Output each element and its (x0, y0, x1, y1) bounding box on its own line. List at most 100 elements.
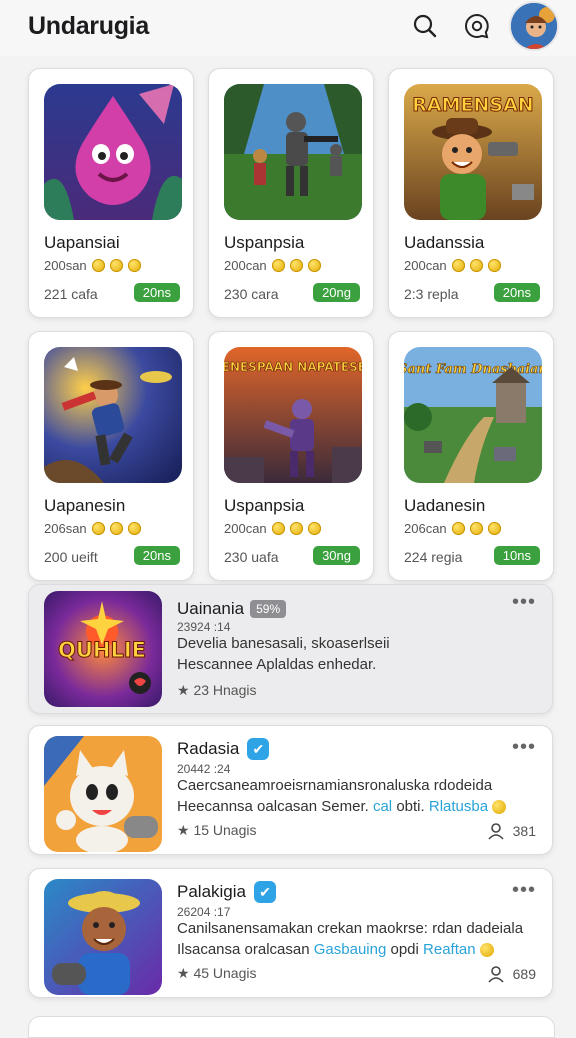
coin-icon (91, 259, 105, 272)
verified-badge-icon: ✔ (254, 881, 276, 903)
post-link[interactable]: Rlatusba (429, 798, 488, 815)
card-art-title: Sant Fam Dnasbaian (404, 362, 542, 377)
coin-icon (307, 259, 321, 272)
card-title: Uadanesin (404, 496, 486, 515)
user-icon (488, 966, 504, 983)
card-subtitle: 206san (44, 521, 141, 536)
profile-avatar[interactable] (509, 1, 559, 51)
post-rating: ★ 23 Hnagis (177, 682, 257, 698)
price-badge[interactable]: 20ns (133, 546, 180, 565)
card-count: 2:3 repla (404, 286, 459, 302)
feed-post[interactable]: Palakigia ✔ 26204 :17 Canilsanensamakan … (28, 868, 553, 998)
more-options-icon[interactable]: ••• (512, 591, 536, 614)
card-count: 200 ueift (44, 549, 98, 565)
card-title: Uadanssia (404, 233, 485, 252)
emoji-icon (492, 800, 507, 815)
post-art-title: QUHLIE (58, 638, 146, 662)
game-card[interactable]: Uapansiai 200san 221 cafa 20ns (28, 68, 194, 318)
post-date: 20442 :24 (177, 762, 231, 776)
coin-icon (109, 259, 123, 272)
card-title: Uapansiai (44, 233, 120, 252)
card-art-title: GENESPAAN NAPATESEE (224, 360, 362, 374)
post-title: Palakigia ✔ (177, 881, 276, 903)
post-date: 23924 :14 (177, 620, 231, 634)
app-title: Undarugia (28, 12, 149, 40)
follower-count[interactable]: 689 (487, 965, 536, 983)
search-icon[interactable] (409, 10, 441, 42)
post-title: Uainania 59% (177, 599, 287, 619)
game-thumbnail: GENESPAAN NAPATESEE (224, 347, 362, 483)
star-icon: ★ (177, 965, 190, 981)
post-rating: ★ 45 Unagis (177, 965, 257, 981)
coin-icon (127, 522, 141, 535)
post-description: Develia banesasali, skoaserlseii Hescann… (177, 635, 390, 673)
post-description: Canilsanensamakan crekan maokrse: rdan d… (177, 920, 524, 958)
post-thumbnail (44, 879, 162, 995)
game-card[interactable]: Sant Fam Dnasbaian Uadanesin 206can 224 … (388, 331, 554, 581)
card-title: Uapanesin (44, 496, 126, 515)
card-count: 224 regia (404, 549, 463, 565)
emoji-icon (479, 943, 494, 958)
chat-icon[interactable] (461, 10, 493, 42)
price-badge[interactable]: 10ns (493, 546, 540, 565)
coin-icon (451, 522, 465, 535)
coin-icon (91, 522, 105, 535)
coin-icon (127, 259, 141, 272)
price-badge[interactable]: 30ng (313, 546, 360, 565)
user-icon (488, 823, 504, 840)
more-options-icon[interactable]: ••• (512, 879, 536, 902)
more-options-icon[interactable]: ••• (512, 736, 536, 759)
post-thumbnail (44, 736, 162, 852)
price-badge[interactable]: 20ns (133, 283, 180, 302)
card-count: 230 uafa (224, 549, 279, 565)
post-link[interactable]: cal (373, 798, 392, 815)
price-badge[interactable]: 20ng (313, 283, 360, 302)
coin-icon (271, 522, 285, 535)
follower-count[interactable]: 381 (487, 822, 536, 840)
game-thumbnail: Sant Fam Dnasbaian (404, 347, 542, 483)
post-thumbnail: QUHLIE (44, 591, 162, 707)
coin-icon (469, 522, 483, 535)
card-title: Uspanpsia (224, 496, 305, 515)
coin-icon (487, 522, 501, 535)
post-rating: ★ 15 Unagis (177, 822, 257, 838)
percent-tag: 59% (250, 600, 287, 618)
post-description: Caercsaneamroeisrnamiansronaluska rdodei… (177, 775, 537, 817)
coin-icon (451, 259, 465, 272)
card-subtitle: 200can (224, 521, 321, 536)
feed-post[interactable]: QUHLIE Uainania 59% 23924 :14 Develia ba… (28, 584, 553, 714)
card-subtitle: 206can (404, 521, 501, 536)
game-thumbnail (44, 347, 182, 483)
game-card[interactable]: Uspanpsia 200can 230 cara 20ng (208, 68, 374, 318)
feed-post[interactable]: Radasia ✔ 20442 :24 Caercsaneamroeisrnam… (28, 725, 553, 855)
next-post-edge (28, 1016, 555, 1038)
coin-icon (307, 522, 321, 535)
game-card[interactable]: RAMENSAN Uadanssia 200can 2:3 repla 20ns (388, 68, 554, 318)
post-title: Radasia ✔ (177, 738, 270, 760)
game-thumbnail: RAMENSAN (404, 84, 542, 220)
star-icon: ★ (177, 682, 190, 698)
verified-badge-icon: ✔ (247, 738, 270, 760)
game-card[interactable]: GENESPAAN NAPATESEE Uspanpsia 200can 230… (208, 331, 374, 581)
card-subtitle: 200can (224, 258, 321, 273)
card-subtitle: 200san (44, 258, 141, 273)
star-icon: ★ (177, 822, 190, 838)
card-subtitle: 200can (404, 258, 501, 273)
price-badge[interactable]: 20ns (493, 283, 540, 302)
post-link[interactable]: Reaftan (423, 941, 476, 958)
card-art-title: RAMENSAN (412, 94, 533, 116)
coin-icon (109, 522, 123, 535)
card-title: Uspanpsia (224, 233, 305, 252)
top-bar: Undarugia (0, 0, 576, 56)
game-card[interactable]: Uapanesin 206san 200 ueift 20ns (28, 331, 194, 581)
post-link[interactable]: Gasbauing (314, 941, 387, 958)
coin-icon (271, 259, 285, 272)
coin-icon (289, 259, 303, 272)
post-date: 26204 :17 (177, 905, 231, 919)
game-thumbnail (224, 84, 362, 220)
card-count: 230 cara (224, 286, 279, 302)
coin-icon (487, 259, 501, 272)
card-count: 221 cafa (44, 286, 98, 302)
coin-icon (289, 522, 303, 535)
game-thumbnail (44, 84, 182, 220)
